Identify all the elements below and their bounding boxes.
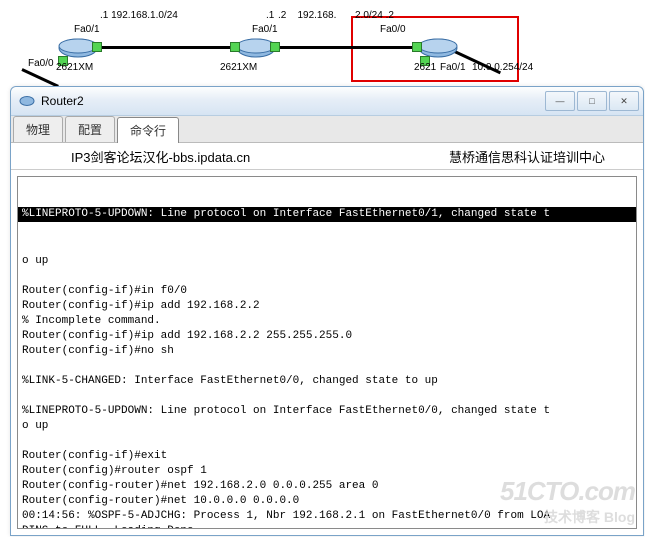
link-r2-r3[interactable] <box>268 46 428 49</box>
router-3-label: 2621 <box>414 62 436 73</box>
info-bar: IP3剑客论坛汉化-bbs.ipdata.cn 慧桥通信思科认证培训中心 <box>11 143 643 170</box>
port-dot <box>412 42 422 52</box>
info-right: 慧桥通信思科认证培训中心 <box>449 147 605 166</box>
topo-net2: .2 192.168. <box>278 10 336 21</box>
topo-net1: .1 192.168.1.0/24 <box>100 10 178 21</box>
port-dot <box>92 42 102 52</box>
port-dot <box>270 42 280 52</box>
topo-net3: 2.0/24 .2 <box>355 10 394 21</box>
app-icon <box>19 93 35 109</box>
tab-strip: 物理 配置 命令行 <box>11 116 643 143</box>
topo-dot1: .1 <box>266 10 274 21</box>
port-dot <box>230 42 240 52</box>
tab-config[interactable]: 配置 <box>65 116 115 142</box>
topology-canvas[interactable]: .1 192.168.1.0/24 .1 .2 192.168. 2.0/24 … <box>0 20 645 85</box>
close-button[interactable]: ✕ <box>609 91 639 111</box>
topo-fa00-left: Fa0/0 <box>28 58 54 69</box>
topo-fa01-a: Fa0/1 <box>74 24 100 35</box>
minimize-button[interactable]: — <box>545 91 575 111</box>
tab-physical[interactable]: 物理 <box>13 116 63 142</box>
router-3-icon[interactable] <box>418 38 458 58</box>
cli-console[interactable]: %LINEPROTO-5-UPDOWN: Line protocol on In… <box>17 176 637 529</box>
topo-fa00-b: Fa0/0 <box>380 24 406 35</box>
console-output: o up Router(config-if)#in f0/0 Router(co… <box>22 254 632 529</box>
router-2-label: 2621XM <box>220 62 257 73</box>
topo-fa01-right: Fa0/1 <box>440 62 466 73</box>
console-top-cutline: %LINEPROTO-5-UPDOWN: Line protocol on In… <box>18 207 636 222</box>
router-1-label: 2621XM <box>56 62 93 73</box>
topo-hostright: 10.0.0.254/24 <box>472 62 533 73</box>
topo-fa01-b: Fa0/1 <box>252 24 278 35</box>
link-r1-r2[interactable] <box>88 46 238 49</box>
tab-cli[interactable]: 命令行 <box>117 117 179 143</box>
link-left[interactable] <box>21 68 59 88</box>
titlebar[interactable]: Router2 — □ ✕ <box>11 87 643 116</box>
info-left: IP3剑客论坛汉化-bbs.ipdata.cn <box>71 147 250 166</box>
window-title: Router2 <box>41 94 543 108</box>
maximize-button[interactable]: □ <box>577 91 607 111</box>
router-config-window: Router2 — □ ✕ 物理 配置 命令行 IP3剑客论坛汉化-bbs.ip… <box>10 86 644 536</box>
